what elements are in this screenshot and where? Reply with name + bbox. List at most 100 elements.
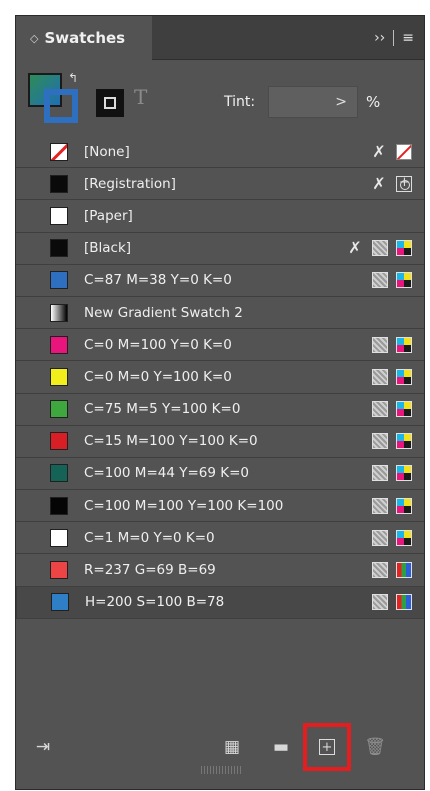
swatch-name: [Paper] (84, 207, 133, 224)
tint-arrow-icon[interactable]: > (335, 94, 347, 110)
tint-unit: % (366, 93, 381, 111)
swatch-list: [None]✗[Registration]✗ [Paper] [Black]✗C=8… (16, 136, 424, 619)
swatch-row[interactable]: [None] ✗ (16, 136, 424, 169)
process-icon (372, 401, 388, 418)
new-swatch-icon: + (319, 739, 335, 755)
swatch-color-chip (50, 561, 68, 580)
swatch-row[interactable]: C=100 M=100 Y=100 K=100 (16, 490, 424, 523)
swatch-type-icons (372, 458, 412, 489)
swatch-row[interactable]: [Paper] (16, 200, 424, 233)
new-color-group-icon[interactable]: ▬ (270, 736, 292, 758)
swatch-name: New Gradient Swatch 2 (84, 304, 243, 321)
swatch-row[interactable]: New Gradient Swatch 2 (16, 297, 424, 330)
swatch-type-icons: ✗ (370, 136, 412, 167)
cmyk-icon (396, 433, 412, 450)
cmyk-icon (396, 497, 412, 514)
process-icon (372, 529, 388, 546)
registration-icon (396, 175, 412, 192)
process-icon (372, 594, 388, 611)
cmyk-icon (396, 529, 412, 546)
swap-arrow-icon[interactable]: ↰ (68, 71, 78, 85)
process-icon (372, 240, 388, 257)
tint-label: Tint: (224, 94, 256, 110)
swatch-row[interactable]: C=1 M=0 Y=0 K=0 (16, 522, 424, 555)
process-icon (372, 465, 388, 482)
swatch-color-chip (50, 142, 68, 161)
process-icon (372, 336, 388, 353)
swatch-type-icons (372, 522, 412, 553)
swatch-color-chip (50, 496, 68, 515)
swatch-color-chip (50, 174, 68, 193)
swatch-row[interactable]: [Black] ✗ (16, 233, 424, 265)
delete-swatch-icon[interactable]: 🗑 (364, 736, 386, 758)
process-icon (372, 497, 388, 514)
rgb-icon (396, 562, 412, 579)
cmyk-icon (396, 401, 412, 418)
swatch-type-icons: ✗ (346, 233, 412, 264)
swatch-type-icons (372, 329, 412, 360)
swatch-row[interactable]: R=237 G=69 B=69 (16, 554, 424, 587)
swatch-type-icons: ✗ (370, 168, 412, 199)
formatting-container-button[interactable] (96, 89, 124, 117)
swatch-color-chip (50, 239, 68, 258)
cmyk-icon (396, 368, 412, 385)
stroke-swatch-icon[interactable] (44, 89, 78, 123)
pencil-off-icon: ✗ (372, 173, 386, 193)
cmyk-icon (396, 336, 412, 353)
panel-menu-icon[interactable]: ≡ (402, 30, 414, 46)
swatch-color-chip (50, 367, 68, 386)
collapse-arrows-icon[interactable]: ◇ (30, 32, 38, 45)
swatch-color-chip (50, 335, 68, 354)
cmyk-icon (396, 240, 412, 257)
import-swatches-icon[interactable]: ⇥ (32, 736, 54, 758)
swatch-row[interactable]: C=15 M=100 Y=100 K=0 (16, 426, 424, 458)
swatch-row[interactable]: C=87 M=38 Y=0 K=0 (16, 265, 424, 297)
swatch-color-chip (50, 206, 68, 225)
swatch-row[interactable]: C=100 M=44 Y=69 K=0 (16, 458, 424, 491)
show-swatch-views-icon[interactable]: ▦ (221, 736, 243, 758)
swatch-color-chip (50, 432, 68, 451)
swatch-color-chip (50, 303, 68, 322)
pencil-off-icon: ✗ (372, 141, 386, 161)
swatch-row[interactable]: C=0 M=0 Y=100 K=0 (16, 361, 424, 394)
swatch-controls: ↰ T Tint: > % (16, 61, 424, 135)
cmyk-icon (396, 272, 412, 289)
tint-field[interactable]: > (268, 86, 358, 118)
fill-stroke-icon[interactable]: ↰ (28, 71, 82, 127)
panel-tab-bar: ◇ Swatches ›› ≡ (16, 16, 424, 60)
cmyk-icon (396, 465, 412, 482)
swatch-row[interactable]: [Registration] ✗ (16, 168, 424, 201)
swatch-type-icons (372, 265, 412, 296)
tab-title: Swatches (44, 29, 126, 47)
swatches-panel: ◇ Swatches ›› ≡ ↰ T Tint: > % [None] ✗ [Re… (15, 15, 425, 790)
none-icon (396, 143, 412, 160)
swatch-row[interactable]: C=0 M=100 Y=0 K=0 (16, 329, 424, 362)
swatch-color-chip (50, 464, 68, 483)
tab-swatches[interactable]: ◇ Swatches (16, 16, 152, 60)
process-icon (372, 272, 388, 289)
swatch-color-chip (50, 400, 68, 419)
swatch-color-chip (50, 528, 68, 547)
container-box-icon (104, 97, 116, 109)
process-icon (372, 433, 388, 450)
formatting-text-button[interactable]: T (134, 85, 147, 109)
swatch-type-icons (372, 394, 412, 425)
rgb-icon (396, 594, 412, 611)
swatch-type-icons (372, 587, 412, 618)
swatch-type-icons (372, 426, 412, 457)
swatch-row[interactable]: C=75 M=5 Y=100 K=0 (16, 394, 424, 426)
swatch-color-chip (50, 271, 68, 290)
process-icon (372, 562, 388, 579)
process-icon (372, 368, 388, 385)
pencil-off-icon: ✗ (348, 238, 362, 258)
swatch-type-icons (372, 554, 412, 585)
swatch-color-chip (51, 593, 69, 612)
swatch-type-icons (372, 490, 412, 521)
swatch-type-icons (372, 361, 412, 392)
divider (393, 30, 395, 46)
new-swatch-button[interactable]: + (303, 723, 351, 771)
expand-chevrons-icon[interactable]: ›› (374, 30, 385, 46)
panel-tools: ›› ≡ (374, 16, 414, 60)
swatch-row[interactable]: H=200 S=100 B=78 (16, 586, 424, 619)
resize-grip[interactable] (201, 766, 241, 774)
